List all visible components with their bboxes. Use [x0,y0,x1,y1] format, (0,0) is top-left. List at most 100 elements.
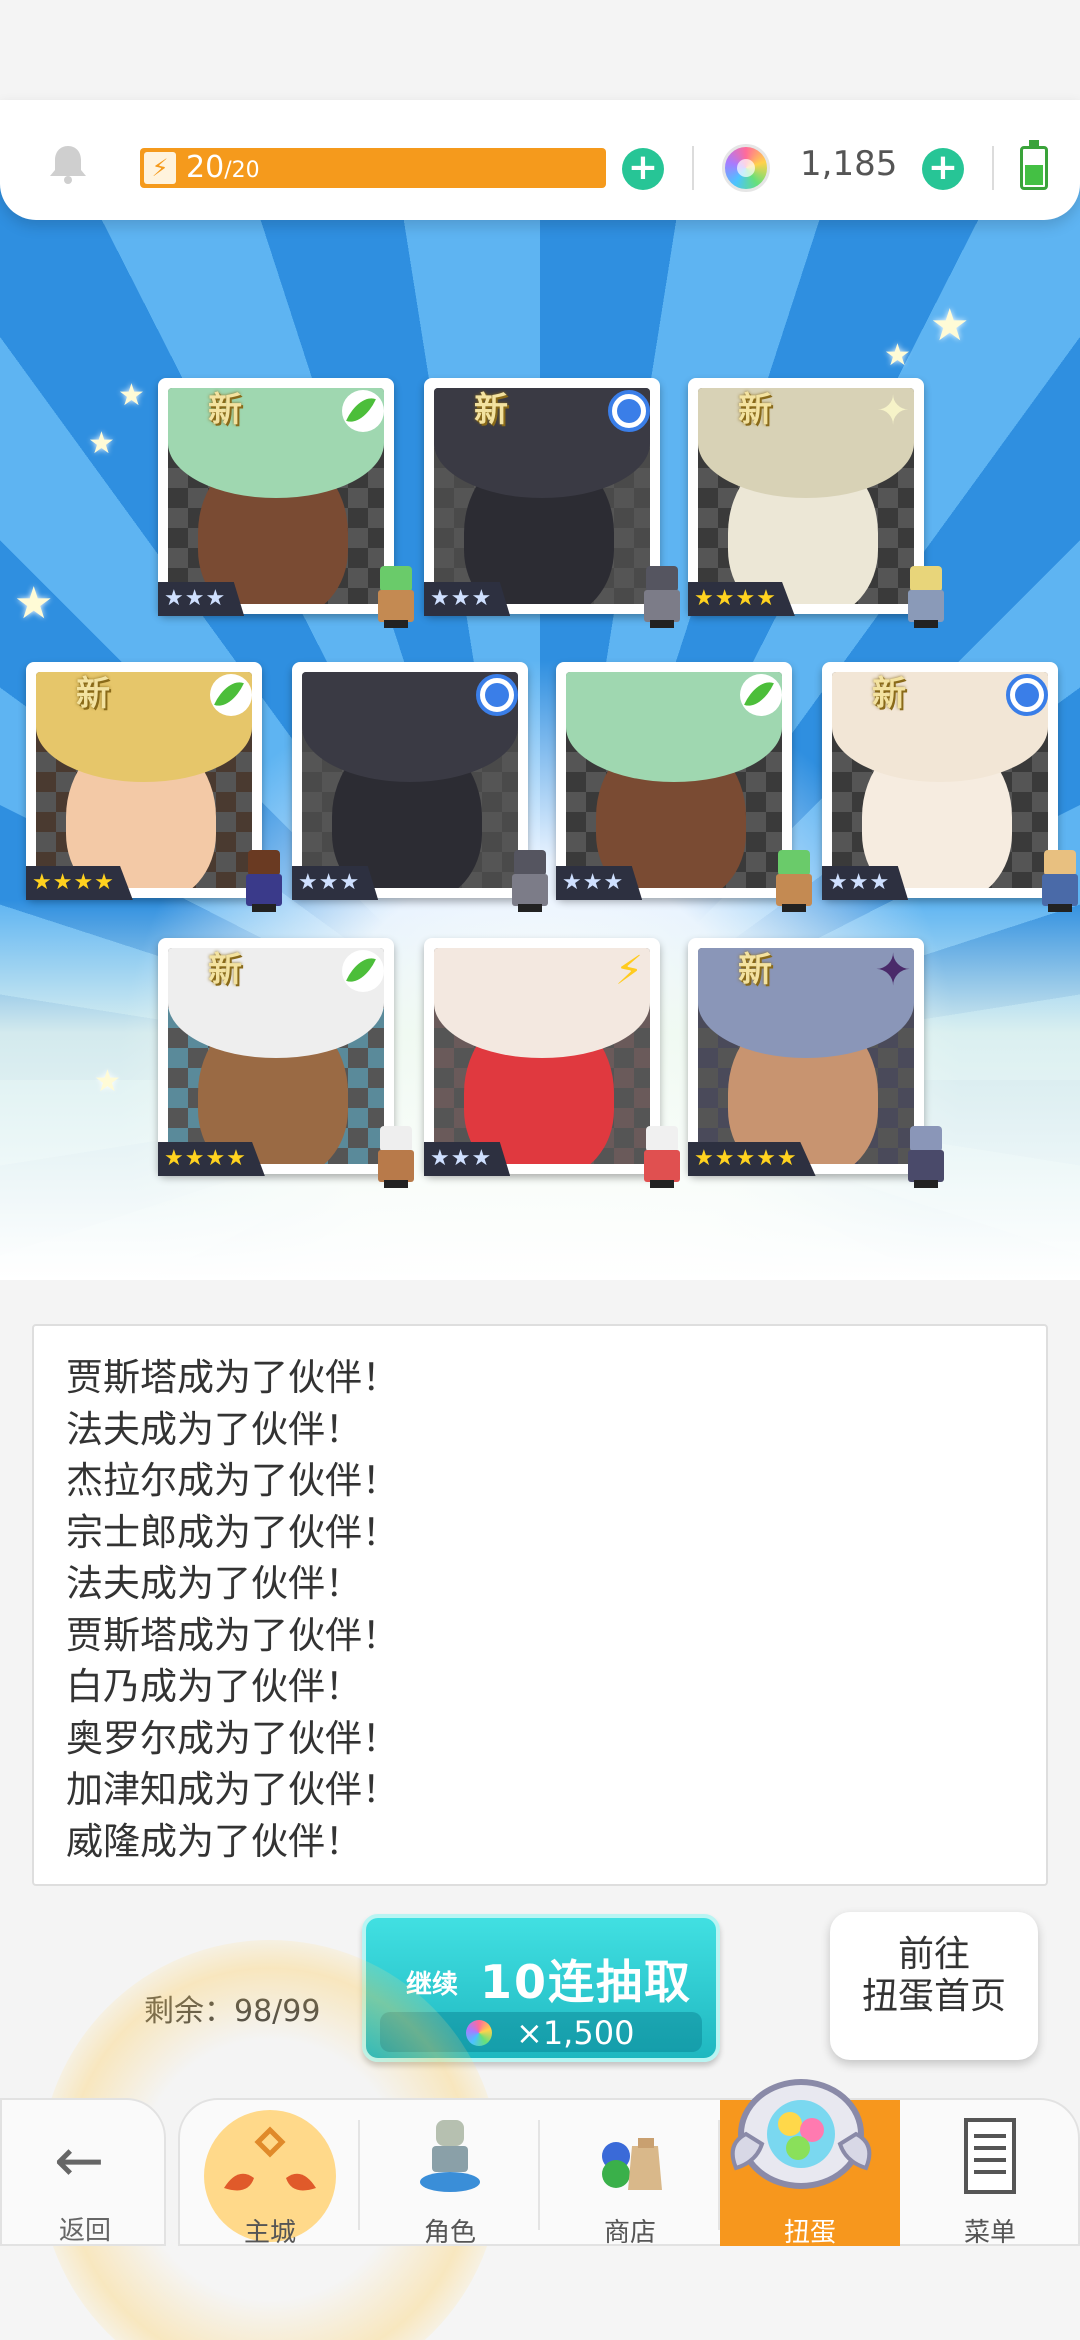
log-line: 法夫成为了伙伴！ [66,1407,362,1451]
character-card[interactable]: ⚡ ★★★ [424,938,680,1188]
pixel-sprite [506,850,554,912]
continue-label: 继续 [406,1970,459,2000]
pixel-sprite [1036,850,1080,912]
draw-10-button[interactable]: 继续 10连抽取 ×1,500 [362,1914,720,2062]
tab-shop[interactable]: 商店 [540,2100,720,2248]
gem-count: 1,185 [800,144,898,184]
log-line: 加津知成为了伙伴！ [66,1768,399,1811]
pixel-sprite [638,1126,686,1188]
sparkle-star-icon: ★ [118,378,145,413]
nav-tabs: 主城 角色 商店 扭蛋 菜单 [178,2098,1080,2248]
grass-element-icon [342,390,384,432]
rarity-stars: ★★★ [292,866,379,900]
new-badge: 新 [208,390,242,430]
draw-cost: ×1,500 [380,2012,702,2052]
tab-character[interactable]: 角色 [360,2100,540,2248]
new-badge: 新 [474,390,508,430]
character-card[interactable]: 新 ★★★ [822,662,1078,912]
new-badge: 新 [872,674,906,714]
grass-element-icon [740,674,782,716]
tab-town[interactable]: 主城 [180,2100,360,2248]
energy-max: /20 [224,158,260,183]
tab-label: 商店 [603,2218,656,2248]
home-button-line1: 前往 [897,1934,970,1975]
sparkle-star-icon: ★ [884,338,911,373]
bottom-nav: ← 返回 主城 角色 商店 扭蛋 菜单 [0,2096,1080,2248]
tab-label: 菜单 [963,2218,1016,2248]
rarity-stars: ★★★ [424,1142,511,1176]
character-card[interactable]: 新 ★★★★ [26,662,282,912]
rainbow-gem-icon [466,2020,492,2046]
resource-bar: ⚡ 20/20 + 1,185 + [0,100,1080,220]
gacha-icon [730,2079,872,2189]
log-line: 白乃成为了伙伴！ [66,1665,362,1708]
remaining-count: 剩余：98/99 [144,1994,321,2029]
rarity-stars: ★★★ [822,866,909,900]
home-button-line2: 扭蛋首页 [861,1976,1006,2017]
log-line: 宗士郎成为了伙伴！ [66,1510,399,1554]
sparkle-star-icon: ★ [14,578,54,629]
rarity-stars: ★★★ [556,866,643,900]
pixel-sprite [902,566,950,628]
log-line: 奥罗尔成为了伙伴！ [66,1716,399,1760]
pixel-sprite [902,1126,950,1188]
log-line: 法夫成为了伙伴！ [66,1562,362,1605]
light-element-icon: ✦ [876,388,910,434]
draw-10-label: 10连抽取 [480,1955,693,2009]
new-badge: 新 [738,950,772,990]
tab-menu[interactable]: 菜单 [900,2100,1080,2248]
log-line: 杰拉尔成为了伙伴！ [66,1459,399,1502]
sparkle-star-icon: ★ [94,1064,121,1099]
menu-icon [964,2118,1016,2194]
result-log[interactable]: 贾斯塔成为了伙伴！ 法夫成为了伙伴！ 杰拉尔成为了伙伴！ 宗士郎成为了伙伴！ 法… [32,1324,1048,1886]
divider [992,146,994,190]
go-gacha-home-button[interactable]: 前往 扭蛋首页 [830,1912,1038,2060]
tab-label: 角色 [423,2218,476,2248]
character-card[interactable]: ★★★ [292,662,548,912]
pixel-sprite [372,566,420,628]
tab-label: 扭蛋 [783,2218,836,2248]
divider [692,146,694,190]
rarity-stars: ★★★★ [158,1142,265,1176]
sparkle-star-icon: ★ [930,300,970,351]
gacha-result-stage: ★ ★ ★ ★ ★ ★ 新 ★★★ 新 ★★★ 新 ✦ ★★★★ 新 ★★★★ ★★★ ★★★ 新 ★★… [0,180,1080,1280]
character-card[interactable]: ★★★ [556,662,812,912]
pixel-sprite [770,850,818,912]
battery-icon [1020,140,1048,190]
shop-icon [602,2138,662,2190]
log-line: 威隆成为了伙伴！ [66,1819,362,1863]
new-badge: 新 [208,950,242,990]
rainbow-gem-icon [722,144,770,192]
pixel-sprite [240,850,288,912]
log-line: 贾斯塔成为了伙伴！ [66,1613,399,1657]
rarity-stars: ★★★★ [26,866,133,900]
energy-current: 20 [186,150,225,185]
system-nav-area [0,2250,1080,2340]
cost-text: ×1,500 [516,2014,635,2052]
character-icon [420,2120,480,2192]
lightning-icon: ⚡ [144,152,176,184]
back-button[interactable]: ← 返回 [0,2098,166,2246]
sparkle-star-icon: ★ [88,426,115,461]
character-card[interactable]: 新 ★★★★ [158,938,414,1188]
water-element-icon [608,390,650,432]
character-card[interactable]: 新 ✦ ★★★★★ [688,938,944,1188]
grass-element-icon [210,674,252,716]
character-card[interactable]: 新 ★★★ [424,378,680,628]
grass-element-icon [342,950,384,992]
add-gems-button[interactable]: + [922,148,964,190]
water-element-icon [1006,674,1048,716]
pixel-sprite [638,566,686,628]
thunder-element-icon: ⚡ [614,948,644,994]
new-badge: 新 [76,674,110,714]
character-card[interactable]: 新 ✦ ★★★★ [688,378,944,628]
add-energy-button[interactable]: + [622,148,664,190]
back-label: 返回 [58,2216,111,2246]
log-line: 贾斯塔成为了伙伴！ [66,1356,399,1399]
bell-icon[interactable] [46,142,90,186]
back-arrow-icon: ← [54,2126,105,2196]
rarity-stars: ★★★ [158,582,245,616]
rarity-stars: ★★★ [424,582,511,616]
character-card[interactable]: 新 ★★★ [158,378,414,628]
new-badge: 新 [738,390,772,430]
